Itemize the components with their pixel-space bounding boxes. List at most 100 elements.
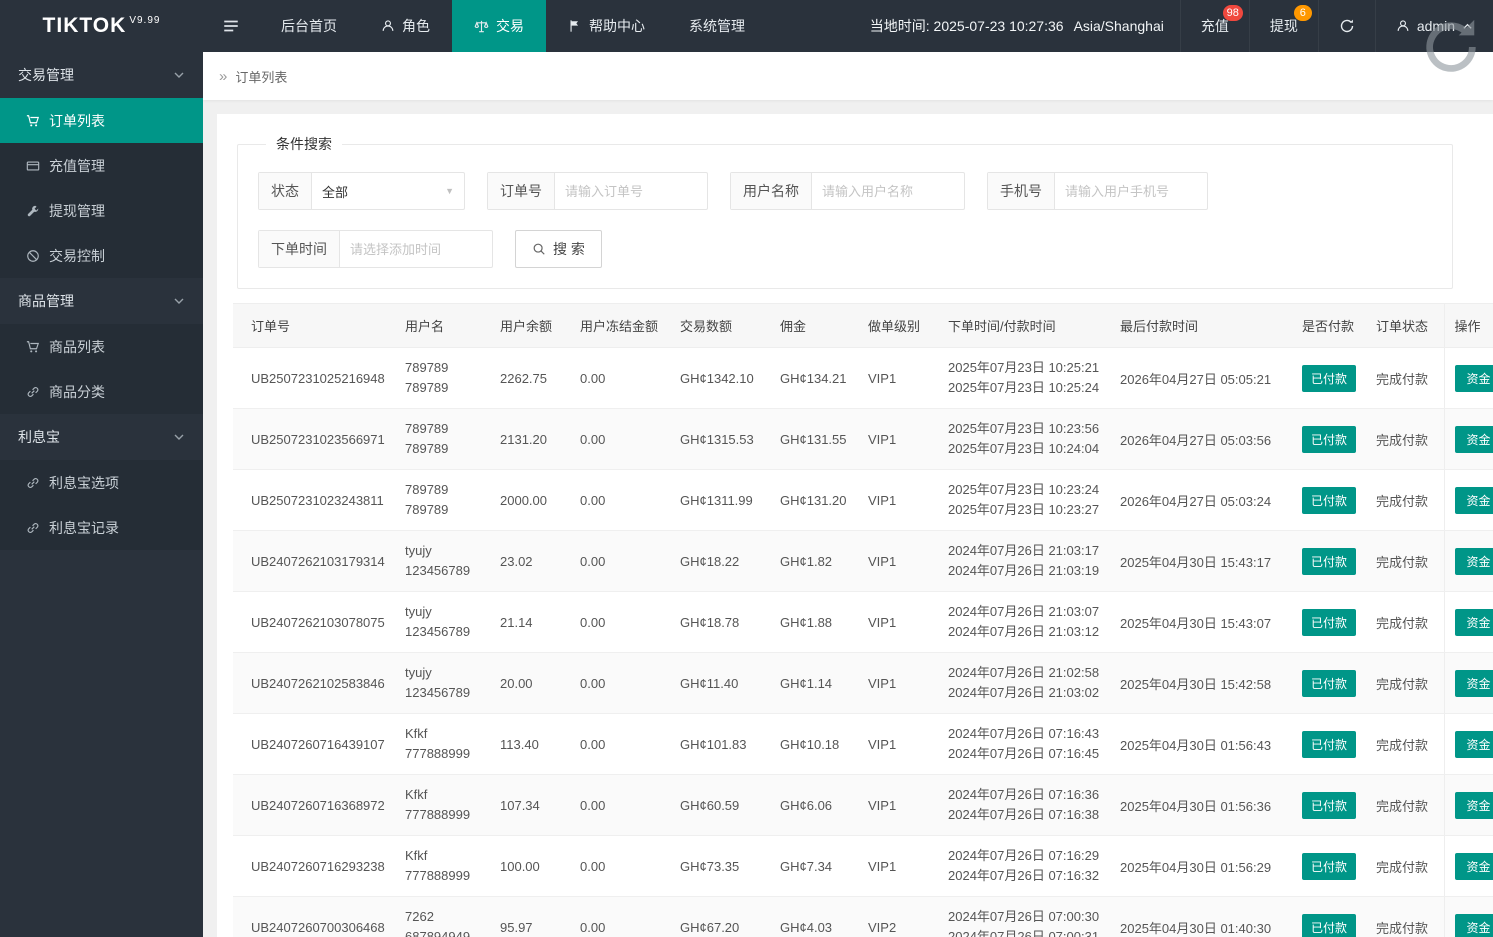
funds-button[interactable]: 资金 xyxy=(1454,547,1493,575)
link-icon xyxy=(26,521,40,535)
username-line2: 777888999 xyxy=(405,746,471,761)
nav-item-role[interactable]: 角色 xyxy=(359,0,452,52)
funds-button[interactable]: 资金 xyxy=(1454,913,1493,937)
funds-button[interactable]: 资金 xyxy=(1454,669,1493,697)
funds-button[interactable]: 资金 xyxy=(1454,852,1493,880)
recharge-count-badge: 98 xyxy=(1222,5,1243,21)
nav-item-system[interactable]: 系统管理 xyxy=(667,0,767,52)
cell-amount: GH¢73.35 xyxy=(670,835,770,897)
app-version: V9.99 xyxy=(129,14,161,26)
paid-status-badge: 已付款 xyxy=(1302,547,1357,575)
username-line2: 123456789 xyxy=(405,685,471,700)
phone-filter-group: 手机号 xyxy=(987,172,1208,210)
sidebar-group-interest[interactable]: 利息宝 xyxy=(0,414,203,460)
sidebar-item-recharge-mgmt[interactable]: 充值管理 xyxy=(0,143,203,188)
sidebar-item-product-list[interactable]: 商品列表 xyxy=(0,324,203,369)
username-input[interactable] xyxy=(812,173,964,209)
cell-action: 资金 xyxy=(1443,713,1493,775)
sidebar-group-products[interactable]: 商品管理 xyxy=(0,278,203,324)
sidebar-group-trade[interactable]: 交易管理 xyxy=(0,52,203,98)
sidebar-item-withdraw-mgmt[interactable]: 提现管理 xyxy=(0,188,203,233)
cell-amount: GH¢11.40 xyxy=(670,652,770,714)
cell-commission: GH¢134.21 xyxy=(770,347,858,409)
breadcrumb-current: 订单列表 xyxy=(235,69,288,85)
cell-amount: GH¢18.78 xyxy=(670,591,770,653)
sidebar-item-order-list[interactable]: 订单列表 xyxy=(0,98,203,143)
app-logo-text: TIKTOK xyxy=(42,14,127,37)
sidebar-item-interest-records[interactable]: 利息宝记录 xyxy=(0,505,203,550)
nav-item-home[interactable]: 后台首页 xyxy=(259,0,359,52)
cell-balance: 20.00 xyxy=(490,652,570,714)
funds-button[interactable]: 资金 xyxy=(1454,608,1493,636)
refresh-button[interactable] xyxy=(1317,0,1375,52)
username-line1: 789789 xyxy=(405,360,449,375)
order-time-line: 2025年07月23日 10:23:24 xyxy=(948,482,1100,497)
table-row: UB2507231023566971 789789 789789 2131.20… xyxy=(233,408,1493,470)
recharge-shortcut[interactable]: 充值 98 xyxy=(1179,0,1249,52)
username-line1: 789789 xyxy=(405,482,449,497)
paid-status-badge: 已付款 xyxy=(1302,669,1357,697)
cell-action: 资金 xyxy=(1443,835,1493,897)
username-line2: 789789 xyxy=(405,380,449,395)
cell-balance: 95.97 xyxy=(490,896,570,937)
cell-balance: 23.02 xyxy=(490,530,570,592)
order-time-line: 2025年07月23日 10:25:21 xyxy=(948,360,1100,375)
col-amount: 交易数额 xyxy=(670,303,770,348)
username-line2: 123456789 xyxy=(405,624,471,639)
cell-paid: 已付款 xyxy=(1292,774,1366,836)
cell-status: 完成付款 xyxy=(1366,530,1444,592)
cell-status: 完成付款 xyxy=(1366,469,1444,531)
wrench-icon xyxy=(26,204,40,218)
cell-frozen: 0.00 xyxy=(570,835,670,897)
sidebar-toggle-button[interactable] xyxy=(203,0,259,52)
search-button[interactable]: 搜 索 xyxy=(515,230,602,268)
username-line1: tyujy xyxy=(405,604,432,619)
cell-last-pay-time: 2025年04月30日 01:56:36 xyxy=(1110,774,1292,836)
username-line1: Kfkf xyxy=(405,787,428,802)
cell-username: tyujy 123456789 xyxy=(395,652,490,714)
funds-button[interactable]: 资金 xyxy=(1454,730,1493,758)
cell-amount: GH¢60.59 xyxy=(670,774,770,836)
funds-button[interactable]: 资金 xyxy=(1454,425,1493,453)
cell-level: VIP1 xyxy=(858,408,938,470)
cell-last-pay-time: 2025年04月30日 15:43:17 xyxy=(1110,530,1292,592)
pay-time-line: 2025年07月23日 10:24:04 xyxy=(948,441,1100,456)
phone-input[interactable] xyxy=(1055,173,1207,209)
cell-amount: GH¢101.83 xyxy=(670,713,770,775)
cell-order-time: 2025年07月23日 10:23:56 2025年07月23日 10:24:0… xyxy=(938,408,1110,470)
order-time-input[interactable] xyxy=(340,231,492,267)
order-time-label: 下单时间 xyxy=(259,231,340,267)
order-no-input[interactable] xyxy=(555,173,707,209)
cell-paid: 已付款 xyxy=(1292,530,1366,592)
app-logo: TIKTOK V9.99 xyxy=(0,0,203,52)
cell-balance: 2000.00 xyxy=(490,469,570,531)
withdraw-shortcut[interactable]: 提现 6 xyxy=(1248,0,1318,52)
cell-balance: 2131.20 xyxy=(490,408,570,470)
funds-button[interactable]: 资金 xyxy=(1454,486,1493,514)
cart-icon xyxy=(26,340,40,354)
cell-username: tyujy 123456789 xyxy=(395,530,490,592)
cell-commission: GH¢1.88 xyxy=(770,591,858,653)
status-select[interactable]: 全部 ▼ xyxy=(312,173,464,209)
sidebar-item-trade-control[interactable]: 交易控制 xyxy=(0,233,203,278)
paid-status-badge: 已付款 xyxy=(1302,425,1357,453)
admin-menu[interactable]: admin xyxy=(1374,0,1493,52)
sidebar-item-interest-options[interactable]: 利息宝选项 xyxy=(0,460,203,505)
nav-item-trade[interactable]: 交易 xyxy=(452,0,546,52)
col-balance: 用户余额 xyxy=(490,303,570,348)
funds-button[interactable]: 资金 xyxy=(1454,791,1493,819)
nav-item-label: 帮助中心 xyxy=(589,18,645,34)
sidebar-item-product-category[interactable]: 商品分类 xyxy=(0,369,203,414)
cell-action: 资金 xyxy=(1443,408,1493,470)
funds-button[interactable]: 资金 xyxy=(1454,364,1493,392)
link-icon xyxy=(26,476,40,490)
hamburger-icon xyxy=(222,17,240,35)
nav-item-help-center[interactable]: 帮助中心 xyxy=(546,0,667,52)
cell-amount: GH¢1342.10 xyxy=(670,347,770,409)
top-nav: 后台首页 角色 交易 帮助中心 系统管理 xyxy=(259,0,767,52)
withdraw-label: 提现 xyxy=(1269,18,1298,34)
cell-frozen: 0.00 xyxy=(570,896,670,937)
cell-action: 资金 xyxy=(1443,652,1493,714)
order-no-filter-group: 订单号 xyxy=(487,172,708,210)
table-row: UB2407262102583846 tyujy 123456789 20.00… xyxy=(233,652,1493,714)
